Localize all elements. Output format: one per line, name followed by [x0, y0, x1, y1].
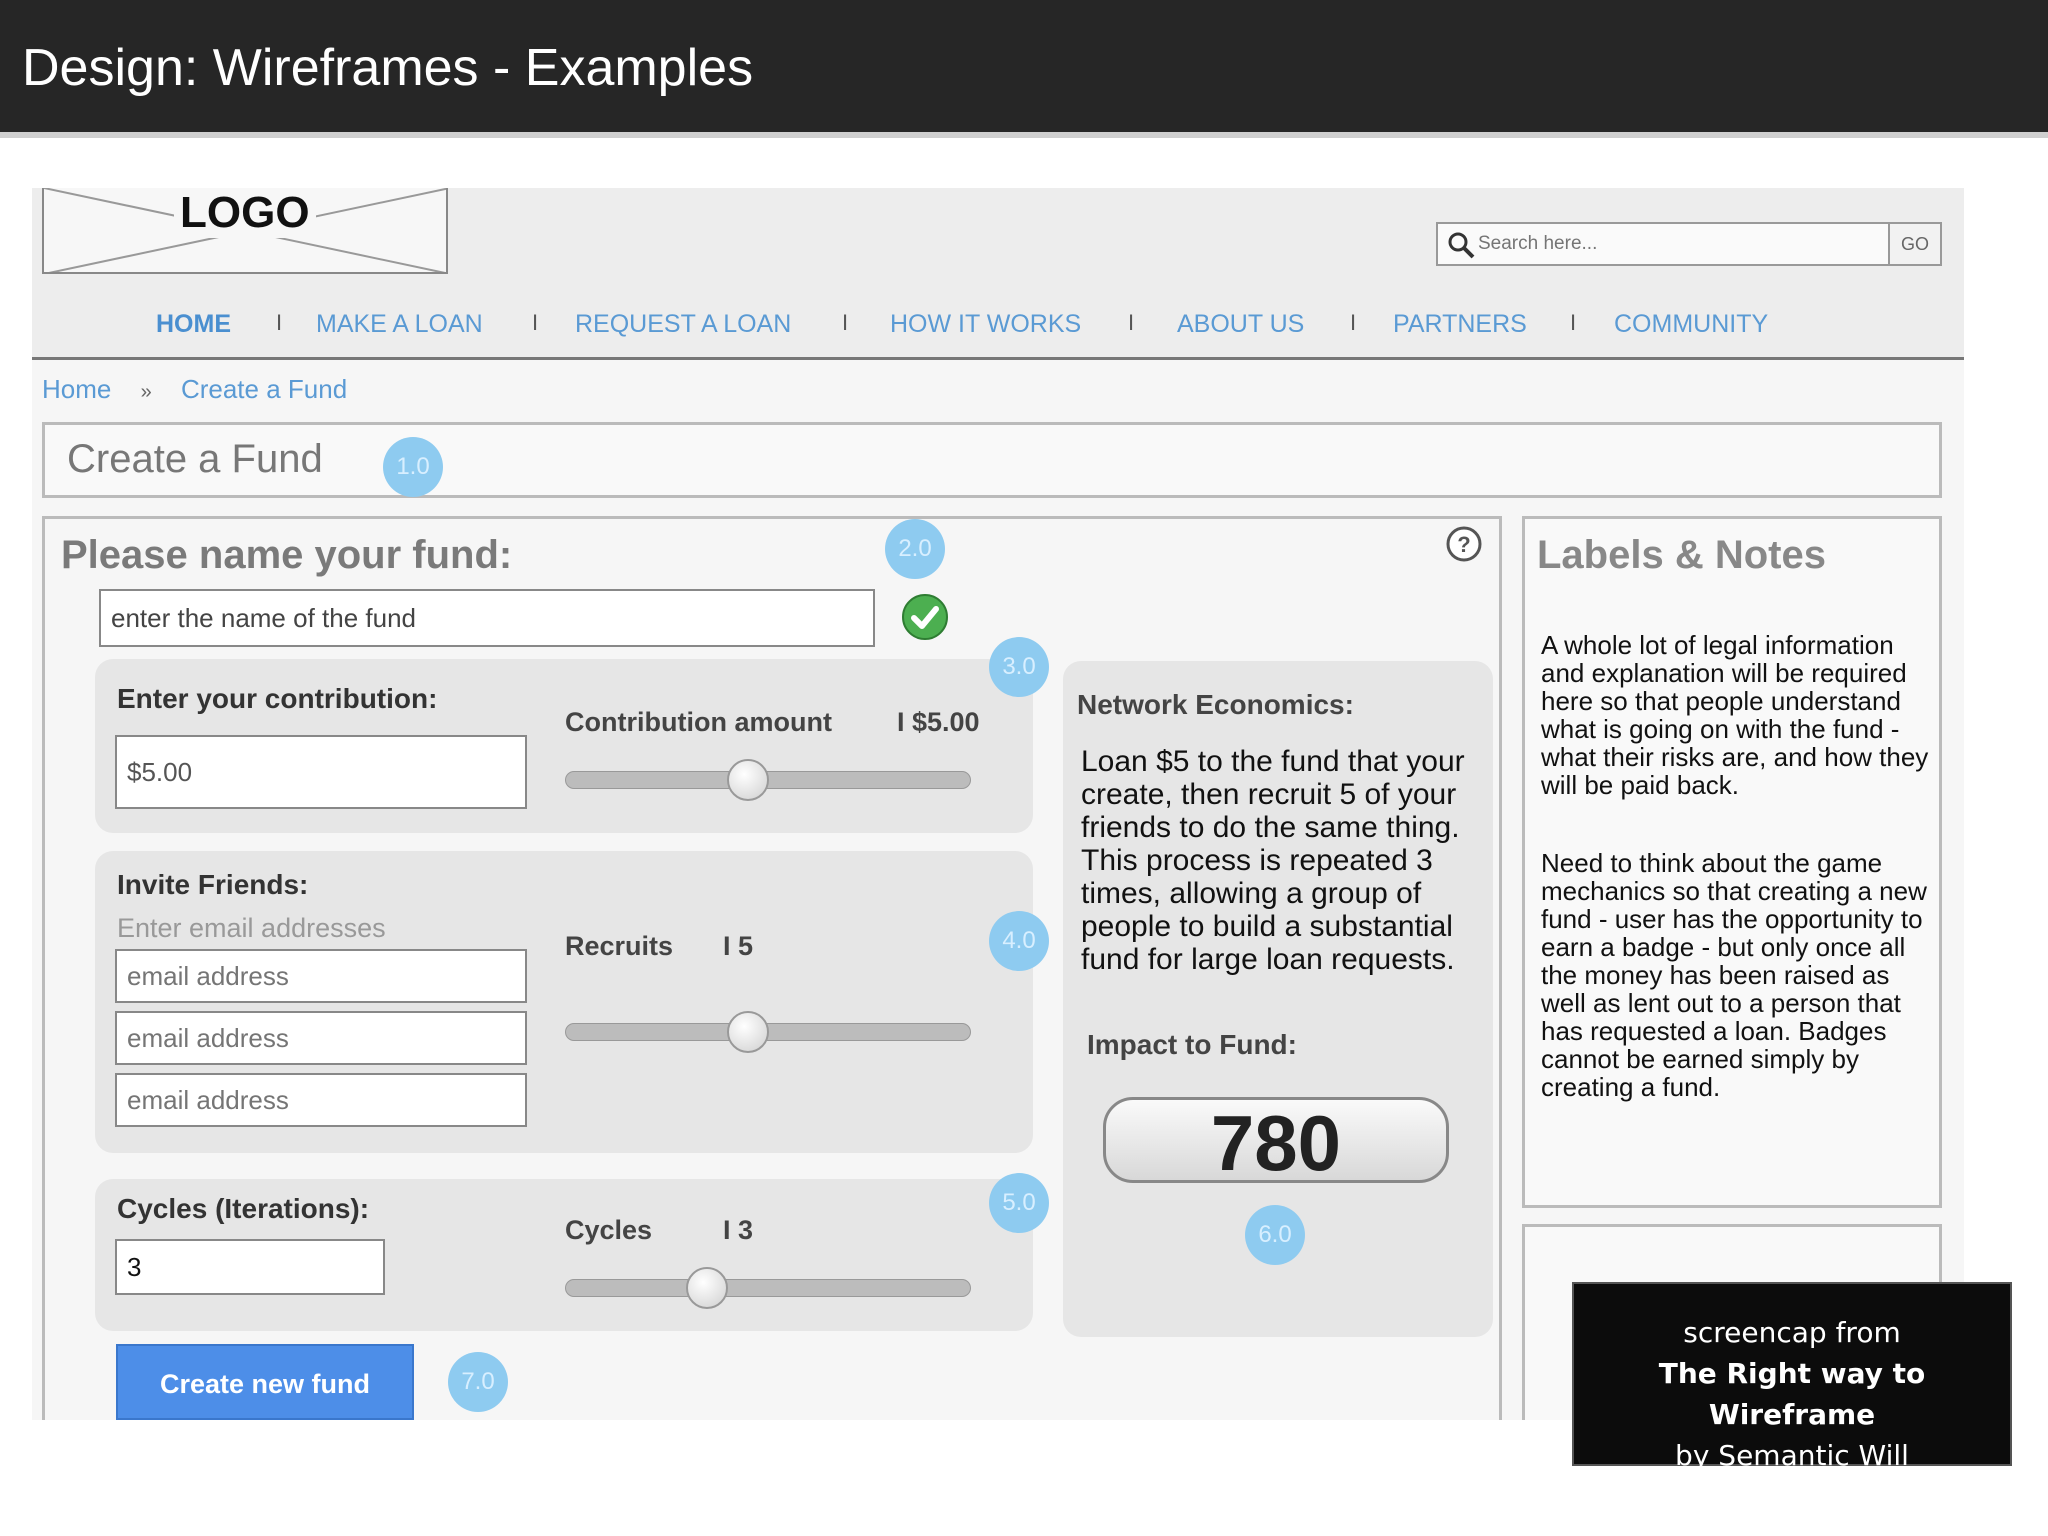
cycles-label: Cycles (Iterations):: [117, 1193, 370, 1224]
svg-text:?: ?: [1457, 532, 1470, 557]
recruits-slider-value: I 5: [723, 931, 754, 961]
network-economics-title: Network Economics:: [1077, 689, 1354, 720]
credit-line-3: by Semantic Will: [1675, 1439, 1909, 1472]
credit-line-1: screencap from: [1683, 1316, 1901, 1349]
credit-box: screencap from The Right way to Wirefram…: [1572, 1282, 2012, 1472]
logo-placeholder[interactable]: LOGO: [42, 188, 448, 274]
breadcrumb: Home » Create a Fund: [42, 374, 347, 405]
recruits-slider-label: Recruits: [565, 931, 674, 961]
cycles-slider-value: I 3: [723, 1215, 754, 1245]
nav-make-a-loan[interactable]: MAKE A LOAN: [316, 310, 483, 339]
annotation-badge-4: 4.0: [989, 911, 1049, 971]
check-icon: [902, 594, 948, 640]
nav-community[interactable]: COMMUNITY: [1614, 310, 1768, 339]
search-go-button[interactable]: GO: [1888, 224, 1940, 264]
wireframe-screenshot: LOGO GO HOME I MAKE A LOAN I REQUEST A L…: [32, 188, 1964, 1420]
annotation-badge-2: 2.0: [885, 519, 945, 579]
annotation-badge-7: 7.0: [448, 1352, 508, 1412]
cycles-slider-label: Cycles: [565, 1215, 653, 1245]
nav-separator: I: [1570, 310, 1577, 335]
network-economics-body: Loan $5 to the fund that your create, th…: [1081, 745, 1465, 976]
invite-friends-label: Invite Friends:: [117, 869, 309, 900]
email-field-3[interactable]: [115, 1073, 527, 1127]
breadcrumb-separator: »: [140, 381, 152, 403]
invite-friends-section: Invite Friends: Enter email addresses Re…: [95, 851, 1033, 1153]
create-new-fund-button[interactable]: Create new fund: [116, 1344, 414, 1420]
help-icon[interactable]: ?: [1445, 525, 1483, 563]
page-title-box: Create a Fund 1.0: [42, 422, 1942, 498]
slide-title: Design: Wireframes - Examples: [22, 39, 754, 97]
labels-notes-title: Labels & Notes: [1537, 533, 1826, 577]
breadcrumb-current[interactable]: Create a Fund: [181, 374, 347, 404]
search-input[interactable]: [1478, 230, 1888, 258]
invite-friends-sublabel: Enter email addresses: [117, 913, 386, 943]
nav-request-a-loan[interactable]: REQUEST A LOAN: [575, 310, 791, 339]
logo-text: LOGO: [174, 188, 316, 238]
nav-separator: I: [276, 310, 283, 335]
fund-name-label: Please name your fund:: [61, 533, 513, 577]
cycles-input[interactable]: [115, 1239, 385, 1295]
email-field-2[interactable]: [115, 1011, 527, 1065]
labels-notes-panel: Labels & Notes A whole lot of legal info…: [1522, 516, 1942, 1208]
credit-line-2: The Right way to Wireframe: [1658, 1357, 1926, 1431]
page-title: Create a Fund: [67, 437, 323, 481]
nav-separator: I: [842, 310, 849, 335]
cycles-slider-handle[interactable]: [686, 1267, 729, 1309]
annotation-badge-1: 1.0: [383, 437, 443, 497]
impact-label: Impact to Fund:: [1087, 1029, 1297, 1060]
site-header: LOGO GO HOME I MAKE A LOAN I REQUEST A L…: [32, 188, 1964, 360]
contribution-slider-value: I $5.00: [897, 707, 980, 737]
cycles-slider-track[interactable]: [565, 1279, 971, 1297]
annotation-badge-5: 5.0: [989, 1173, 1049, 1233]
email-field-1[interactable]: [115, 949, 527, 1003]
network-economics-panel: Network Economics: Loan $5 to the fund t…: [1063, 661, 1493, 1337]
main-nav: HOME I MAKE A LOAN I REQUEST A LOAN I HO…: [32, 310, 1964, 346]
impact-value: 780: [1103, 1097, 1449, 1186]
contribution-label: Enter your contribution:: [117, 683, 438, 714]
notes-paragraph-1: A whole lot of legal information and exp…: [1541, 630, 1929, 800]
breadcrumb-home[interactable]: Home: [42, 374, 111, 404]
contribution-slider-label: Contribution amount: [565, 707, 832, 737]
nav-separator: I: [532, 310, 539, 335]
search-box: GO: [1436, 222, 1942, 266]
contribution-input[interactable]: [115, 735, 527, 809]
nav-separator: I: [1128, 310, 1135, 335]
cycles-section: Cycles (Iterations): Cycles I 3: [95, 1179, 1033, 1331]
nav-about-us[interactable]: ABOUT US: [1177, 310, 1304, 339]
create-fund-form: Please name your fund: ? 2.0 Enter your …: [42, 516, 1502, 1420]
contribution-slider-handle[interactable]: [726, 759, 769, 801]
nav-separator: I: [1350, 310, 1357, 335]
nav-home[interactable]: HOME: [156, 310, 231, 339]
annotation-badge-3: 3.0: [989, 637, 1049, 697]
search-icon: [1448, 232, 1475, 259]
slide-header: Design: Wireframes - Examples: [0, 0, 2048, 138]
annotation-badge-6: 6.0: [1245, 1205, 1305, 1265]
nav-how-it-works[interactable]: HOW IT WORKS: [890, 310, 1081, 339]
contribution-section: Enter your contribution: Contribution am…: [95, 659, 1033, 833]
notes-paragraph-2: Need to think about the game mechanics s…: [1541, 848, 1927, 1102]
nav-partners[interactable]: PARTNERS: [1393, 310, 1527, 339]
recruits-slider-handle[interactable]: [726, 1011, 769, 1053]
fund-name-input[interactable]: [99, 589, 875, 647]
